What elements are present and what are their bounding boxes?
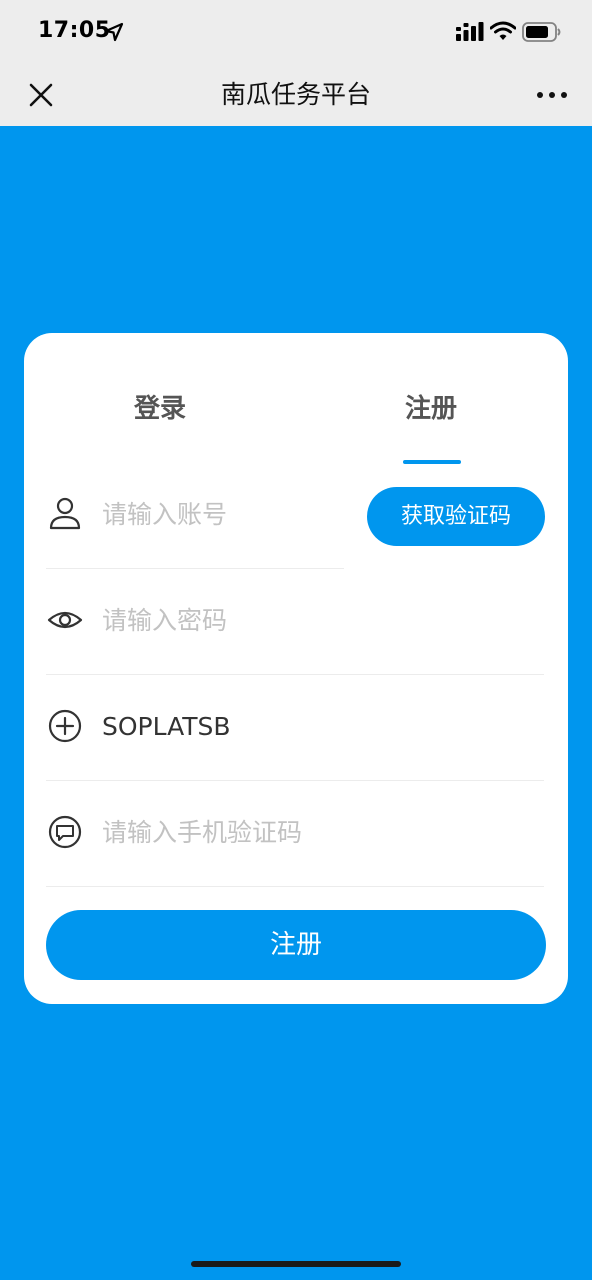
signal-icon [456, 22, 484, 41]
get-code-button[interactable]: 获取验证码 [367, 487, 545, 546]
more-icon[interactable] [532, 82, 572, 108]
auth-card: 登录 注册 获取验证码 注册 [24, 333, 568, 1004]
location-arrow-icon [104, 22, 124, 42]
invite-code-input[interactable] [102, 703, 442, 749]
status-bar: 17:05 [0, 0, 592, 64]
password-input[interactable] [102, 597, 442, 643]
user-icon [49, 497, 81, 530]
status-time: 17:05 [38, 18, 111, 43]
nav-bar: 南瓜任务平台 [0, 64, 592, 126]
top-bar: 17:05 南瓜任务平台 [0, 0, 592, 126]
eye-icon[interactable] [46, 601, 84, 639]
tab-register[interactable]: 注册 [371, 391, 491, 427]
message-icon [48, 815, 82, 849]
divider [46, 886, 544, 887]
home-indicator [191, 1261, 401, 1267]
wifi-icon [490, 21, 516, 40]
register-button[interactable]: 注册 [46, 910, 546, 980]
invite-code-row [46, 675, 544, 781]
plus-circle-icon [48, 709, 82, 743]
sms-code-input[interactable] [102, 809, 442, 855]
tab-login[interactable]: 登录 [100, 391, 220, 427]
battery-icon [522, 22, 561, 42]
nav-title: 南瓜任务平台 [220, 80, 371, 109]
sms-code-row [46, 781, 544, 887]
password-row [46, 569, 544, 675]
